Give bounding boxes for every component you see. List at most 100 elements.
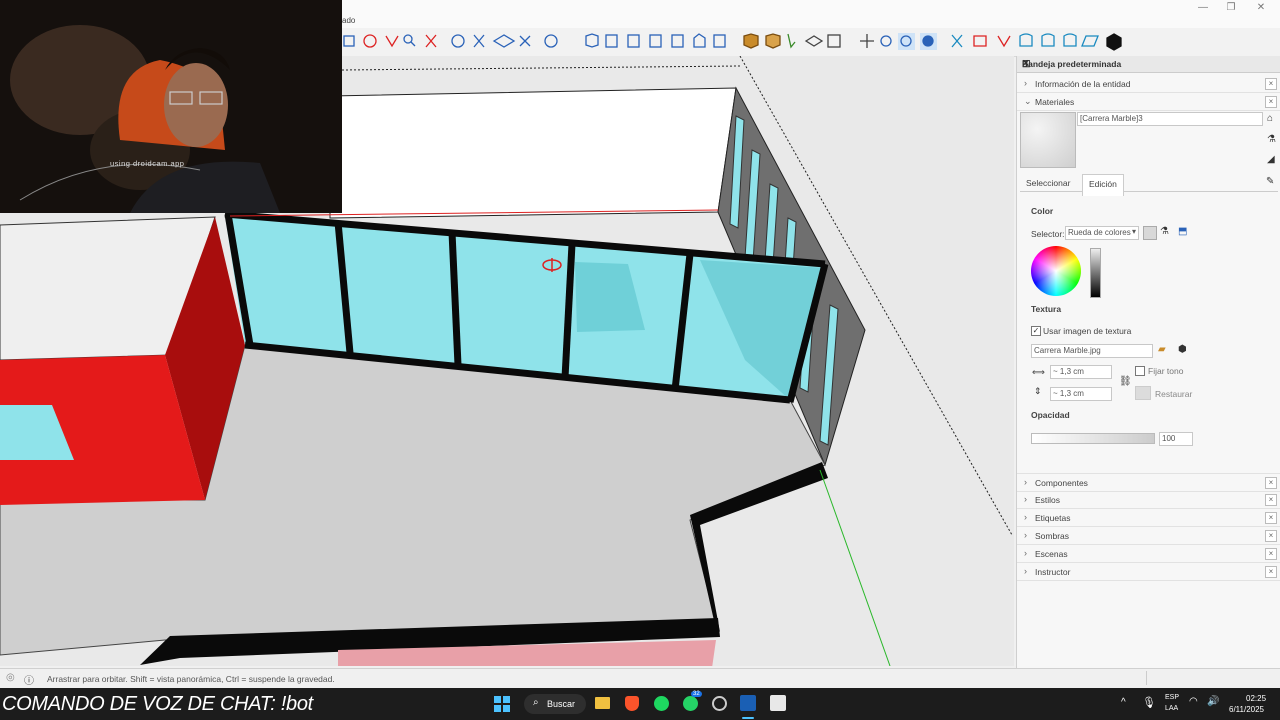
section-label: Instructor xyxy=(1035,567,1071,577)
microphone-icon[interactable]: 🎙 xyxy=(1142,696,1156,709)
close-icon[interactable]: × xyxy=(1265,566,1277,578)
info-icon[interactable]: ⓘ xyxy=(24,672,34,687)
height-value: ~ 1,3 cm xyxy=(1053,389,1084,398)
chevron-right-icon: › xyxy=(1024,494,1027,504)
search-icon: ⌕ xyxy=(533,697,539,708)
browse-folder-icon[interactable]: ▰ xyxy=(1158,344,1166,355)
whatsapp-badge: 32 xyxy=(691,691,702,697)
use-texture-label: Usar imagen de textura xyxy=(1043,326,1132,336)
maximize-button[interactable]: ❐ xyxy=(1222,2,1240,16)
layout-app-icon[interactable] xyxy=(770,695,786,711)
window-title: ado xyxy=(342,16,356,25)
chevron-right-icon: › xyxy=(1024,477,1027,487)
texture-heading: Textura xyxy=(1031,304,1062,314)
sample-paint-icon[interactable]: ◢ xyxy=(1267,154,1275,165)
section-label: Etiquetas xyxy=(1035,513,1071,523)
texture-height-field[interactable]: ~ 1,3 cm xyxy=(1050,387,1112,401)
close-icon[interactable]: × xyxy=(1265,78,1277,90)
tray-title-bar: Bandeja predeterminada ◫ ✕ xyxy=(1017,56,1280,73)
opacity-slider[interactable] xyxy=(1031,433,1155,444)
chevron-right-icon: › xyxy=(1024,78,1027,88)
close-icon[interactable]: × xyxy=(1265,530,1277,542)
close-icon[interactable]: × xyxy=(1265,96,1277,108)
material-swatch[interactable] xyxy=(1020,112,1076,168)
whatsapp-icon[interactable]: 32 xyxy=(683,691,702,711)
geo-location-icon[interactable]: ◎ xyxy=(6,672,15,683)
webcam-watermark: using droidcam.app xyxy=(110,159,185,168)
paint-bucket-icon[interactable]: ⚗ xyxy=(1267,134,1276,145)
create-material-icon[interactable]: ⌂ xyxy=(1267,113,1273,124)
webcam-overlay: using droidcam.app xyxy=(0,0,342,213)
selector-label: Selector: xyxy=(1031,229,1065,239)
color-swatch-button[interactable] xyxy=(1143,226,1157,240)
material-tabs: Seleccionar Edición xyxy=(1020,174,1278,196)
close-icon[interactable]: × xyxy=(1265,512,1277,524)
section-scenes[interactable]: › Escenas × xyxy=(1017,545,1280,563)
selector-dropdown[interactable]: Rueda de colores ▾ xyxy=(1065,226,1139,240)
texture-file-field[interactable]: Carrera Marble.jpg xyxy=(1031,344,1153,358)
width-value: ~ 1,3 cm xyxy=(1053,367,1084,376)
link-aspect-icon[interactable]: ⛓ xyxy=(1119,376,1132,387)
section-label: Materiales xyxy=(1035,97,1075,107)
status-hint: Arrastrar para orbitar. Shift = vista pa… xyxy=(47,674,335,684)
brave-browser-icon[interactable] xyxy=(625,696,639,711)
close-icon[interactable]: × xyxy=(1265,494,1277,506)
tab-edit[interactable]: Edición xyxy=(1082,174,1124,196)
start-button[interactable] xyxy=(494,696,510,712)
width-arrows-icon: ⟺ xyxy=(1032,367,1045,377)
close-tray-icon[interactable]: ✕ xyxy=(1022,58,1276,69)
section-components[interactable]: › Componentes × xyxy=(1017,473,1280,492)
close-icon[interactable]: × xyxy=(1265,477,1277,489)
opacity-field[interactable]: 100 xyxy=(1159,432,1193,446)
spotify-icon[interactable] xyxy=(654,696,669,711)
status-bar: ◎ ⓘ Arrastrar para orbitar. Shift = vist… xyxy=(0,668,1280,689)
wifi-icon[interactable]: ◠ xyxy=(1189,696,1198,707)
lang-bottom[interactable]: LAA xyxy=(1165,705,1178,712)
measurements-box[interactable] xyxy=(1146,671,1277,685)
material-name-field[interactable]: [Carrera Marble]3 xyxy=(1077,112,1263,126)
clock-time[interactable]: 02:25 xyxy=(1246,694,1266,703)
sketchup-icon[interactable] xyxy=(740,695,756,711)
section-label: Escenas xyxy=(1035,549,1068,559)
restore-swatch[interactable] xyxy=(1135,386,1151,400)
close-icon[interactable]: × xyxy=(1265,548,1277,560)
chevron-right-icon: › xyxy=(1024,512,1027,522)
section-shadows[interactable]: › Sombras × xyxy=(1017,527,1280,545)
section-materials[interactable]: ⌄ Materiales × xyxy=(1017,93,1280,111)
minimize-button[interactable]: — xyxy=(1194,2,1212,16)
opacity-value: 100 xyxy=(1162,434,1176,443)
restore-label[interactable]: Restaurar xyxy=(1155,389,1192,399)
texture-edit-icon[interactable]: ⬢ xyxy=(1178,344,1187,355)
match-model-color-icon[interactable]: ⚗ xyxy=(1160,226,1169,237)
texture-file: Carrera Marble.jpg xyxy=(1034,346,1101,355)
clock-date[interactable]: 6/11/2025 xyxy=(1229,705,1264,714)
color-wheel[interactable] xyxy=(1031,246,1081,296)
app-icon[interactable] xyxy=(712,696,727,711)
file-explorer-icon[interactable] xyxy=(595,697,610,709)
fix-tone-label: Fijar tono xyxy=(1148,366,1184,376)
chevron-down-icon: ▾ xyxy=(1131,227,1136,236)
brightness-slider[interactable] xyxy=(1090,248,1101,298)
tab-select[interactable]: Seleccionar xyxy=(1026,178,1070,195)
eyedropper-icon[interactable]: ✎ xyxy=(1266,176,1274,187)
section-instructor[interactable]: › Instructor × xyxy=(1017,563,1280,581)
fix-tone-checkbox[interactable] xyxy=(1135,366,1145,376)
chevron-right-icon: › xyxy=(1024,566,1027,576)
chevron-right-icon: › xyxy=(1024,530,1027,540)
volume-icon[interactable]: 🔊 xyxy=(1207,696,1219,707)
section-entity-info[interactable]: › Información de la entidad × xyxy=(1017,75,1280,93)
height-arrows-icon: ⇕ xyxy=(1034,386,1042,396)
taskbar-search[interactable]: ⌕ Buscar xyxy=(524,694,586,714)
chat-command-overlay: COMANDO DE VOZ DE CHAT: !bot xyxy=(2,693,313,715)
section-label: Información de la entidad xyxy=(1035,79,1131,89)
section-tags[interactable]: › Etiquetas × xyxy=(1017,509,1280,527)
lang-top[interactable]: ESP xyxy=(1165,694,1179,701)
use-texture-checkbox[interactable]: ✓ xyxy=(1031,326,1041,336)
chevron-up-icon[interactable]: ^ xyxy=(1121,697,1126,708)
texture-width-field[interactable]: ~ 1,3 cm xyxy=(1050,365,1112,379)
section-styles[interactable]: › Estilos × xyxy=(1017,491,1280,509)
match-screen-color-icon[interactable]: ⬒ xyxy=(1178,226,1187,237)
chevron-right-icon: › xyxy=(1024,548,1027,558)
material-name: [Carrera Marble]3 xyxy=(1080,114,1143,123)
close-button[interactable]: ✕ xyxy=(1252,2,1270,16)
